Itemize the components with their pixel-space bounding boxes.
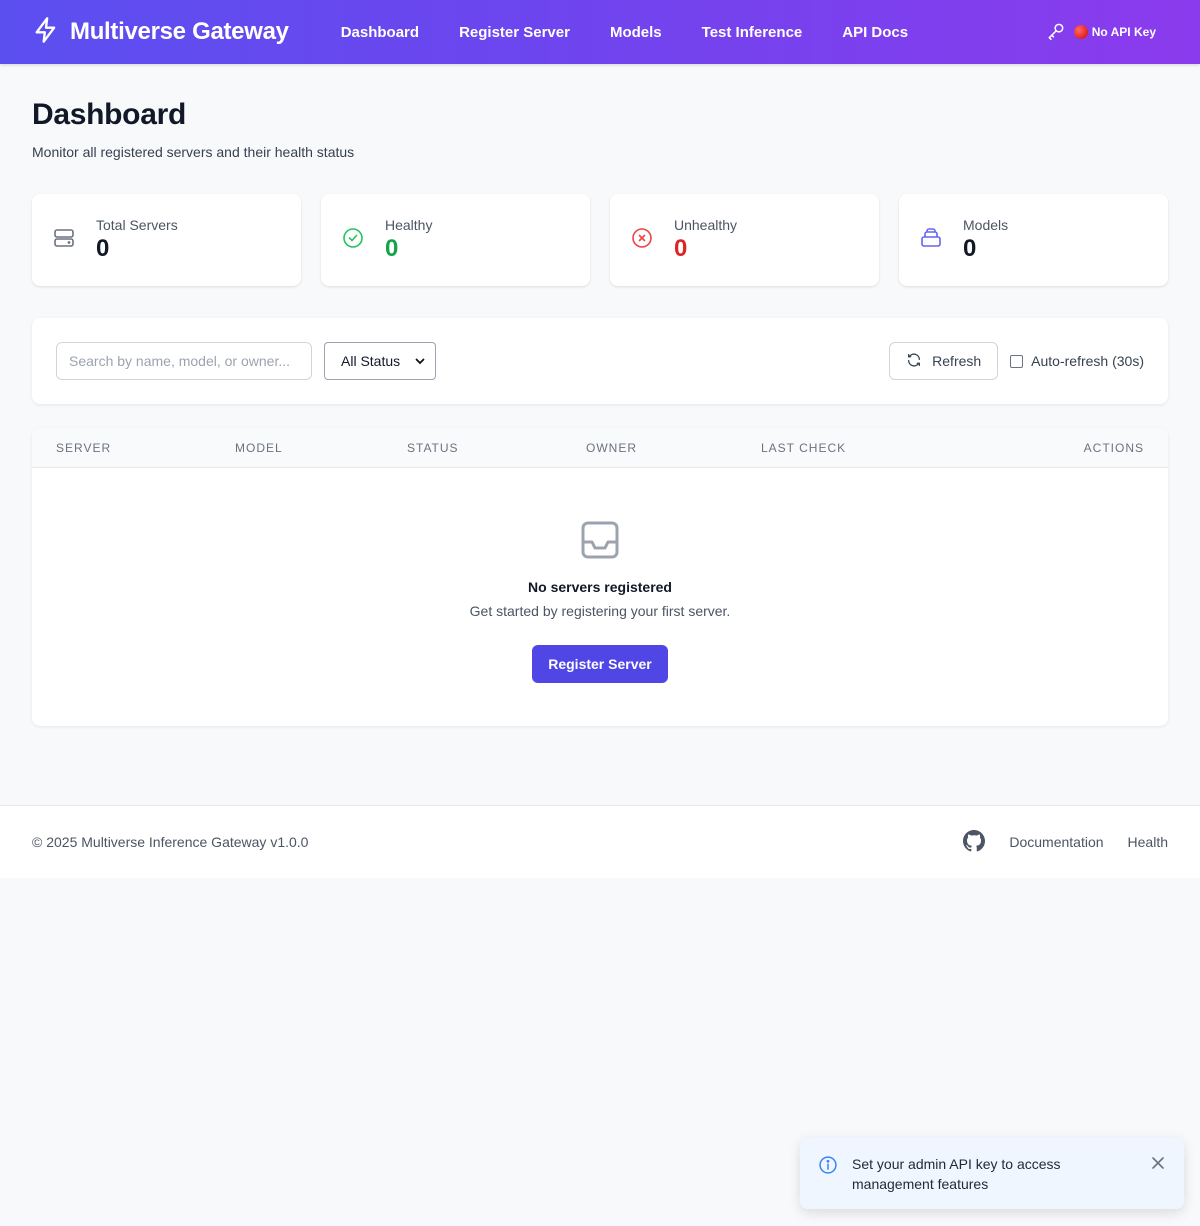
- status-dot-icon: [1073, 25, 1088, 40]
- stat-label: Total Servers: [96, 217, 178, 233]
- nav-dashboard[interactable]: Dashboard: [341, 24, 419, 41]
- refresh-icon: [906, 352, 922, 371]
- api-key-button[interactable]: No API Key: [1046, 21, 1156, 44]
- stat-card-healthy: Healthy 0: [321, 194, 590, 286]
- column-header-last-check: LAST CHECK: [761, 441, 847, 455]
- empty-state: No servers registered Get started by reg…: [32, 468, 1168, 726]
- footer: © 2025 Multiverse Inference Gateway v1.0…: [0, 805, 1200, 878]
- github-link[interactable]: [963, 829, 986, 855]
- filters-bar: All Status Refresh Auto-refresh (30s): [32, 318, 1168, 404]
- footer-links: Documentation Health: [963, 829, 1168, 855]
- column-header-owner: OWNER: [586, 441, 637, 455]
- copyright: © 2025 Multiverse Inference Gateway v1.0…: [32, 834, 309, 850]
- main-nav: Dashboard Register Server Models Test In…: [341, 24, 908, 41]
- stat-value: 0: [385, 235, 399, 262]
- stat-label: Healthy: [385, 217, 433, 233]
- chevron-down-icon: [415, 353, 425, 369]
- toast-notification: Set your admin API key to access managem…: [800, 1137, 1184, 1209]
- stat-label: Models: [963, 217, 1009, 233]
- column-header-status: STATUS: [407, 441, 459, 455]
- page-subtitle: Monitor all registered servers and their…: [32, 144, 355, 160]
- cube-icon: [919, 226, 943, 255]
- stats-row: Total Servers 0 Healthy 0 Unhealthy 0 Mo…: [32, 194, 1168, 286]
- close-icon[interactable]: [1150, 1155, 1166, 1176]
- lightning-icon: [32, 16, 60, 49]
- top-navbar: Multiverse Gateway Dashboard Register Se…: [0, 0, 1200, 64]
- stat-card-total-servers: Total Servers 0: [32, 194, 301, 286]
- column-header-model: MODEL: [235, 441, 283, 455]
- inbox-icon: [580, 520, 620, 565]
- stat-value: 0: [96, 235, 110, 262]
- toast-message: Set your admin API key to access managem…: [852, 1156, 1061, 1192]
- register-server-button[interactable]: Register Server: [532, 645, 668, 683]
- footer-link-documentation[interactable]: Documentation: [1009, 834, 1103, 850]
- api-key-status: No API Key: [1073, 25, 1156, 40]
- empty-state-subtitle: Get started by registering your first se…: [469, 603, 731, 619]
- github-icon: [963, 829, 986, 855]
- refresh-label: Refresh: [932, 353, 982, 369]
- auto-refresh-label: Auto-refresh (30s): [1031, 353, 1144, 369]
- nav-api-docs[interactable]: API Docs: [842, 24, 908, 41]
- column-header-server: SERVER: [56, 441, 112, 455]
- info-icon: [818, 1155, 838, 1180]
- stat-value: 0: [963, 235, 977, 262]
- x-circle-icon: [630, 226, 654, 255]
- stat-value: 0: [674, 235, 688, 262]
- stat-card-models: Models 0: [899, 194, 1168, 286]
- footer-link-health[interactable]: Health: [1128, 834, 1168, 850]
- stat-card-unhealthy: Unhealthy 0: [610, 194, 879, 286]
- brand[interactable]: Multiverse Gateway: [32, 16, 289, 49]
- servers-table: SERVER MODEL STATUS OWNER LAST CHECK ACT…: [32, 428, 1168, 726]
- nav-register-server[interactable]: Register Server: [459, 24, 570, 41]
- nav-test-inference[interactable]: Test Inference: [702, 24, 803, 41]
- page-title: Dashboard: [32, 98, 186, 131]
- check-circle-icon: [341, 226, 365, 255]
- auto-refresh-checkbox[interactable]: [1010, 354, 1024, 368]
- status-select[interactable]: All Status: [324, 342, 436, 380]
- stat-label: Unhealthy: [674, 217, 738, 233]
- auto-refresh-toggle[interactable]: Auto-refresh (30s): [1010, 353, 1144, 369]
- table-header: SERVER MODEL STATUS OWNER LAST CHECK ACT…: [32, 428, 1168, 468]
- empty-state-title: No servers registered: [528, 579, 672, 595]
- key-icon: [1046, 21, 1066, 44]
- column-header-actions: ACTIONS: [1083, 441, 1144, 455]
- status-select-value: All Status: [341, 353, 401, 369]
- search-input[interactable]: [56, 342, 312, 380]
- main-content: Dashboard Monitor all registered servers…: [0, 64, 1200, 726]
- refresh-button[interactable]: Refresh: [889, 342, 999, 380]
- brand-title: Multiverse Gateway: [70, 18, 289, 45]
- server-icon: [52, 226, 76, 255]
- nav-models[interactable]: Models: [610, 24, 662, 41]
